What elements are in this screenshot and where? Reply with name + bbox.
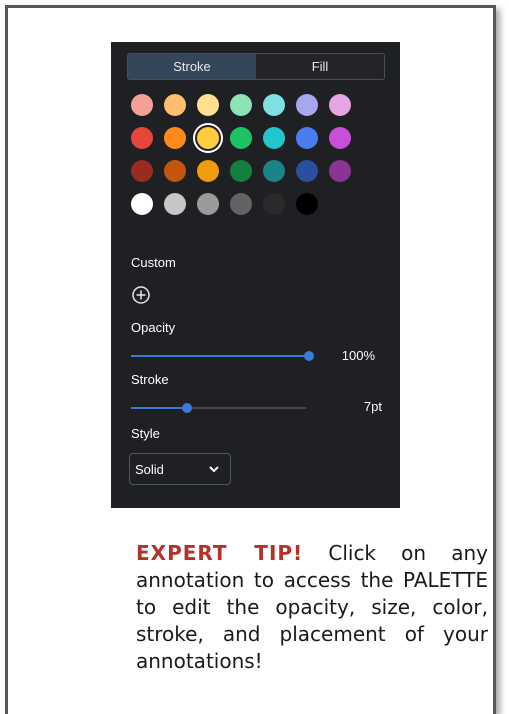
color-swatch[interactable] bbox=[263, 160, 285, 182]
stroke-label: Stroke bbox=[131, 372, 169, 387]
color-swatch[interactable] bbox=[230, 127, 252, 149]
style-label: Style bbox=[131, 426, 160, 441]
plus-circle-icon[interactable] bbox=[131, 285, 151, 305]
tab-fill[interactable]: Fill bbox=[256, 54, 384, 79]
color-swatch[interactable] bbox=[164, 193, 186, 215]
opacity-slider-fill bbox=[131, 355, 309, 357]
opacity-slider-knob[interactable] bbox=[304, 351, 314, 361]
color-swatch[interactable] bbox=[197, 94, 219, 116]
opacity-slider[interactable] bbox=[131, 351, 314, 361]
color-swatch[interactable] bbox=[230, 193, 252, 215]
swatch-row bbox=[131, 193, 351, 215]
color-swatch[interactable] bbox=[263, 94, 285, 116]
color-swatch[interactable] bbox=[296, 160, 318, 182]
stroke-slider[interactable] bbox=[131, 403, 306, 413]
palette-panel: Stroke Fill Custom Opacity 100% Stroke 7… bbox=[111, 42, 400, 508]
color-swatch[interactable] bbox=[263, 193, 285, 215]
swatch-row bbox=[131, 127, 351, 149]
color-swatch[interactable] bbox=[296, 127, 318, 149]
color-swatch[interactable] bbox=[329, 160, 351, 182]
stroke-slider-knob[interactable] bbox=[182, 403, 192, 413]
color-swatch[interactable] bbox=[131, 160, 153, 182]
swatch-row bbox=[131, 94, 351, 116]
expert-tip: EXPERT TIP! Click on any annotation to a… bbox=[136, 540, 488, 675]
opacity-value: 100% bbox=[341, 348, 375, 363]
color-swatch[interactable] bbox=[131, 94, 153, 116]
color-swatch[interactable] bbox=[131, 127, 153, 149]
color-swatch[interactable] bbox=[164, 127, 186, 149]
color-swatch[interactable] bbox=[131, 193, 153, 215]
color-swatch[interactable] bbox=[197, 160, 219, 182]
stroke-slider-fill bbox=[131, 407, 187, 409]
swatch-row bbox=[131, 160, 351, 182]
color-swatch[interactable] bbox=[329, 127, 351, 149]
stroke-value: 7pt bbox=[363, 399, 382, 414]
color-swatch[interactable] bbox=[197, 193, 219, 215]
color-swatch[interactable] bbox=[263, 127, 285, 149]
color-swatch[interactable] bbox=[230, 160, 252, 182]
color-swatch[interactable] bbox=[296, 94, 318, 116]
color-swatch[interactable] bbox=[197, 127, 219, 149]
custom-label: Custom bbox=[131, 255, 176, 270]
color-swatch[interactable] bbox=[164, 94, 186, 116]
tip-heading: EXPERT TIP! bbox=[136, 541, 304, 565]
palette-tabs: Stroke Fill bbox=[127, 53, 385, 80]
opacity-label: Opacity bbox=[131, 320, 176, 335]
style-select-value: Solid bbox=[135, 461, 164, 477]
color-swatch[interactable] bbox=[296, 193, 318, 215]
color-swatch[interactable] bbox=[329, 94, 351, 116]
chevron-down-icon bbox=[209, 466, 219, 473]
style-select[interactable]: Solid bbox=[129, 453, 231, 485]
color-swatch[interactable] bbox=[164, 160, 186, 182]
tab-stroke[interactable]: Stroke bbox=[128, 54, 256, 79]
color-swatch[interactable] bbox=[230, 94, 252, 116]
color-swatches bbox=[131, 94, 351, 226]
